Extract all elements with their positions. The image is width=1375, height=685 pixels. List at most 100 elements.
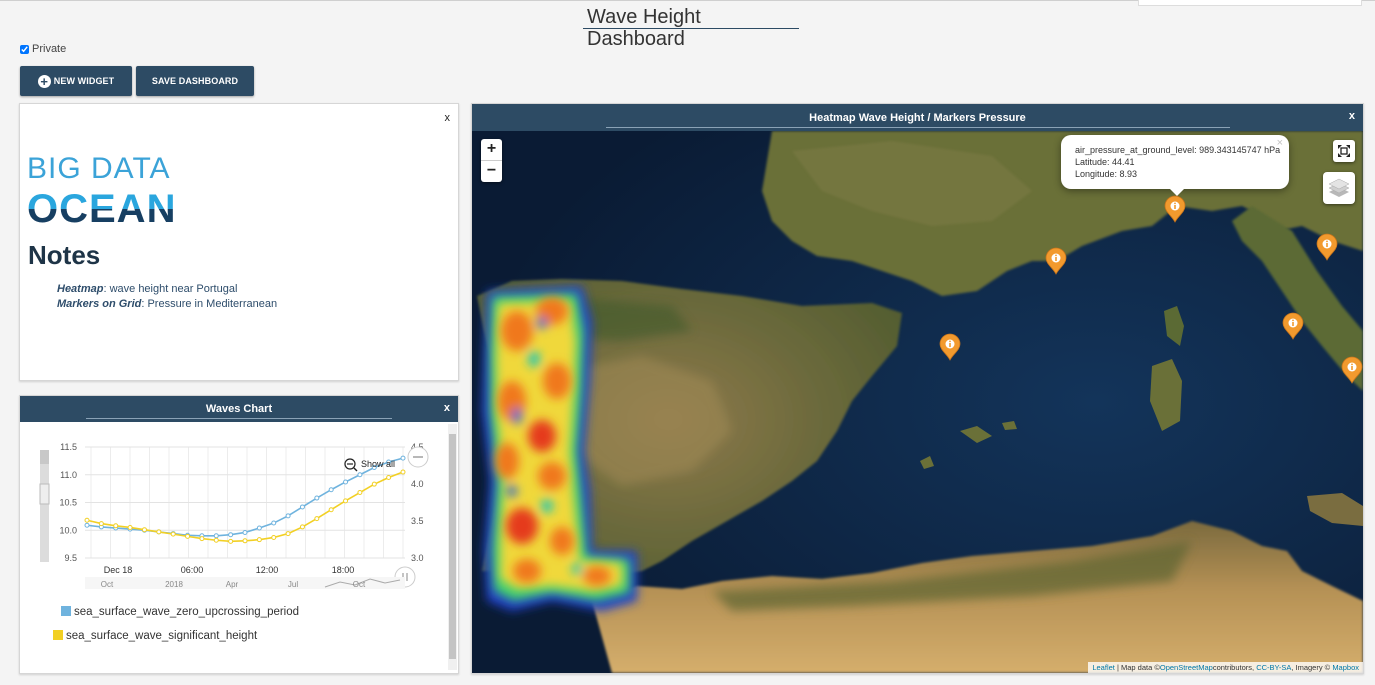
data-point <box>256 537 262 543</box>
chart-scrollbar[interactable] <box>448 424 457 670</box>
popup-close-button[interactable]: × <box>1277 137 1283 149</box>
x-tick-label: 12:00 <box>256 565 279 575</box>
logo-ocean-wordmark: OCEAN <box>27 187 176 231</box>
info-icon-stem <box>949 343 951 347</box>
range-handle-top[interactable] <box>40 450 49 464</box>
data-point <box>299 524 305 530</box>
zoom-control: + − <box>481 139 502 182</box>
waves-chart[interactable]: 11.511.010.510.09.54.54.03.53.0Dec 1806:… <box>20 424 448 668</box>
layers-button[interactable] <box>1323 172 1355 204</box>
data-point <box>285 513 291 519</box>
data-point <box>84 517 90 523</box>
y-left-tick-label: 9.5 <box>64 553 77 563</box>
leaflet-link[interactable]: Leaflet <box>1092 663 1115 672</box>
note-line-heatmap: Heatmap: wave height near Portugal <box>57 283 237 295</box>
map-close-button[interactable]: x <box>1349 110 1355 122</box>
data-point <box>228 538 234 544</box>
note-term: Markers on Grid <box>57 298 142 310</box>
satellite-map[interactable] <box>472 131 1363 673</box>
data-point <box>228 532 234 538</box>
page-title[interactable]: Wave Height Dashboard <box>583 6 799 50</box>
map-title: Heatmap Wave Height / Markers Pressure <box>809 111 1026 124</box>
data-point <box>343 498 349 504</box>
y-right-tick-label: 3.0 <box>411 553 424 563</box>
map-header[interactable]: Heatmap Wave Height / Markers Pressure x <box>472 104 1363 131</box>
popup-longitude: Longitude: 8.93 <box>1075 169 1138 179</box>
marker-popup: × air_pressure_at_ground_level: 989.3431… <box>1061 135 1289 189</box>
top-right-field[interactable] <box>1138 0 1362 6</box>
data-point <box>98 521 104 527</box>
plus-circle-icon: + <box>37 74 51 88</box>
zoom-out-button[interactable]: − <box>481 161 502 182</box>
waves-chart-header[interactable]: Waves Chart x <box>20 396 458 422</box>
info-icon-stem <box>1292 322 1294 326</box>
data-point <box>271 534 277 540</box>
map-attribution: Leaflet | Map data ©OpenStreetMapcontrib… <box>1088 662 1363 673</box>
waves-chart-title: Waves Chart <box>205 403 273 415</box>
y-left-tick-label: 11.5 <box>60 442 77 452</box>
data-point <box>127 524 133 530</box>
navigator-label: 2018 <box>165 580 183 589</box>
data-point <box>357 490 363 496</box>
y-left-tick-label: 11.0 <box>60 470 77 480</box>
y-left-tick-label: 10.0 <box>59 525 77 535</box>
waves-chart-close-button[interactable]: x <box>444 402 450 414</box>
info-icon-dot <box>1326 240 1328 243</box>
data-point <box>400 469 406 475</box>
private-label: Private <box>32 43 67 55</box>
data-point <box>84 522 90 528</box>
y-right-tick-label: 3.5 <box>411 516 424 526</box>
new-widget-button[interactable]: + NEW WIDGET <box>20 66 132 96</box>
data-point <box>285 531 291 537</box>
zoom-in-button[interactable]: + <box>481 139 502 160</box>
data-point <box>156 529 162 535</box>
private-toggle[interactable]: Private <box>20 43 66 55</box>
legend-swatch <box>53 630 63 640</box>
info-icon-dot <box>1351 363 1353 366</box>
data-point <box>213 533 219 539</box>
fullscreen-button[interactable] <box>1333 140 1355 162</box>
data-point <box>113 523 119 529</box>
notes-close-button[interactable]: x <box>445 112 451 124</box>
y-left-tick-label: 10.5 <box>59 498 77 508</box>
data-point <box>400 455 406 461</box>
info-icon-stem <box>1326 243 1328 247</box>
range-selector-track[interactable] <box>40 450 49 562</box>
info-icon-stem <box>1351 366 1353 370</box>
data-point <box>199 536 205 542</box>
info-icon-stem <box>1174 205 1176 209</box>
fullscreen-icon <box>1338 145 1350 157</box>
legend-item-label[interactable]: sea_surface_wave_zero_upcrossing_period <box>74 606 299 618</box>
data-point <box>271 520 277 526</box>
range-handle-middle[interactable] <box>39 483 50 505</box>
data-point <box>371 481 377 487</box>
scrollbar-thumb[interactable] <box>449 434 456 659</box>
popup-pressure: air_pressure_at_ground_level: 989.343145… <box>1075 145 1281 155</box>
save-dashboard-button[interactable]: SAVE DASHBOARD <box>136 66 254 96</box>
logo-ocean-text: OCEAN <box>27 188 176 228</box>
private-checkbox[interactable] <box>20 44 29 54</box>
data-point <box>328 487 334 493</box>
data-point <box>213 537 219 543</box>
attribution-text: | Map data © <box>1114 663 1160 672</box>
navigator-label: Apr <box>226 580 239 589</box>
popup-latitude: Latitude: 44.41 <box>1075 157 1135 167</box>
data-point <box>141 527 147 533</box>
legend-item-label[interactable]: sea_surface_wave_significant_height <box>66 630 258 642</box>
data-point <box>343 479 349 485</box>
osm-link[interactable]: OpenStreetMap <box>1160 663 1213 672</box>
data-point <box>170 531 176 537</box>
map-area[interactable]: + − × air_pressure_at_ground_level: 989.… <box>472 131 1363 673</box>
mapbox-link[interactable]: Mapbox <box>1332 663 1359 672</box>
layers-icon <box>1328 178 1350 197</box>
new-widget-label: NEW WIDGET <box>53 76 115 86</box>
header-underline <box>86 418 392 419</box>
info-icon-dot <box>1055 254 1057 257</box>
navigator-label: Oct <box>353 580 366 589</box>
logo-line-1: BIG DATA <box>27 152 171 185</box>
info-icon-dot <box>1292 319 1294 322</box>
license-link[interactable]: CC-BY-SA <box>1256 663 1291 672</box>
y-right-tick-label: 4.0 <box>411 479 424 489</box>
waves-chart-widget: Waves Chart x 11.511.010.510.09.54.54.03… <box>19 395 459 674</box>
note-term: Heatmap <box>57 283 104 295</box>
